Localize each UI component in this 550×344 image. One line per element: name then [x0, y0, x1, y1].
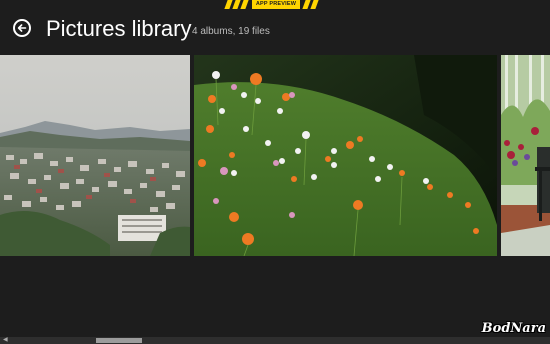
banner-stripe	[302, 0, 311, 9]
garden-bench-photo	[501, 55, 550, 256]
photo-tile-flowers[interactable]	[194, 55, 497, 256]
back-button[interactable]	[13, 19, 31, 37]
app-preview-label: APP PREVIEW	[252, 0, 300, 9]
banner-stripe	[232, 0, 241, 9]
banner-stripe	[224, 0, 233, 9]
horizontal-scrollbar[interactable]: ◀	[0, 337, 550, 344]
watermark-logo: BodNara	[481, 321, 546, 336]
banner-stripe	[310, 0, 319, 9]
cosmos-flower-meadow-photo	[194, 55, 497, 256]
page-title: Pictures library	[46, 16, 192, 41]
back-arrow-icon	[17, 24, 27, 32]
photo-tile-city[interactable]	[0, 55, 190, 256]
app-preview-banner: APP PREVIEW	[224, 0, 322, 9]
city-hillside-photo	[0, 55, 190, 256]
photo-tile-garden[interactable]	[501, 55, 550, 256]
library-summary: 4 albums, 19 files	[192, 26, 270, 37]
scrollbar-thumb[interactable]	[96, 338, 142, 343]
scroll-left-arrow-icon[interactable]: ◀	[3, 337, 8, 344]
banner-stripe	[240, 0, 249, 9]
